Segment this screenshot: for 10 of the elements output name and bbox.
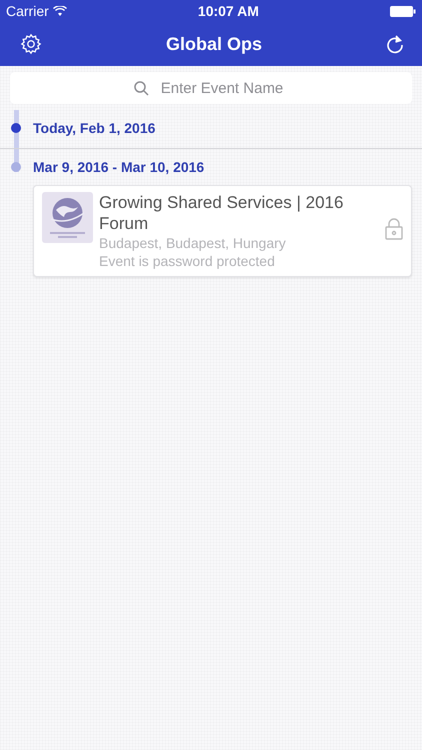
event-title: Growing Shared Services | 2016 Forum: [99, 192, 344, 234]
screen-title: Global Ops: [166, 34, 262, 54]
event-card[interactable]: Growing Shared Services | 2016 Forum Budapest, Budapest, Hungary Event is password protected: [33, 185, 412, 277]
date-heading: Today, Feb 1, 2016: [33, 120, 156, 136]
carrier-label: Carrier: [6, 3, 49, 19]
date-heading: Mar 9, 2016 - Mar 10, 2016: [33, 159, 204, 175]
search-field[interactable]: Enter Event Name: [10, 72, 412, 104]
event-location: Budapest, Budapest, Hungary: [99, 234, 287, 252]
event-note: Event is password protected: [99, 252, 276, 270]
clock-time: 10:07 AM: [198, 3, 259, 19]
